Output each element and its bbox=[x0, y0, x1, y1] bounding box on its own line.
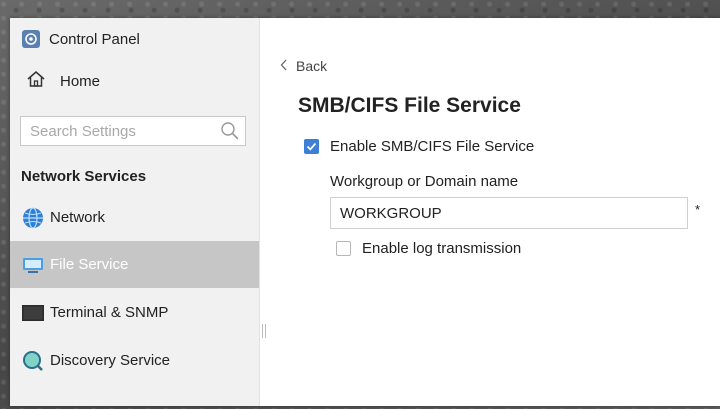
back-link[interactable]: Back bbox=[280, 58, 327, 74]
enable-log-row: Enable log transmission bbox=[336, 240, 521, 257]
sidebar-item-file-service[interactable]: File Service bbox=[10, 241, 259, 288]
app-title-bar: Control Panel bbox=[22, 28, 140, 50]
workgroup-label: Workgroup or Domain name bbox=[330, 173, 519, 190]
sidebar-item-label: Discovery Service bbox=[50, 352, 171, 369]
enable-smb-row: Enable SMB/CIFS File Service bbox=[304, 138, 534, 155]
checkmark-icon bbox=[306, 142, 317, 151]
section-header-network-services: Network Services bbox=[21, 168, 147, 185]
search-input[interactable] bbox=[21, 117, 220, 145]
enable-log-label: Enable log transmission bbox=[362, 240, 522, 257]
control-panel-icon bbox=[22, 30, 40, 48]
file-service-icon bbox=[22, 254, 44, 276]
workgroup-input[interactable] bbox=[331, 198, 680, 228]
enable-smb-label: Enable SMB/CIFS File Service bbox=[330, 138, 535, 155]
sidebar-item-label: File Service bbox=[50, 256, 129, 273]
terminal-icon bbox=[22, 302, 44, 324]
discovery-icon bbox=[22, 350, 44, 372]
workgroup-field-box bbox=[330, 197, 688, 229]
sidebar-item-terminal-snmp[interactable]: Terminal & SNMP bbox=[10, 289, 259, 336]
back-label: Back bbox=[296, 58, 328, 74]
globe-icon bbox=[22, 206, 44, 229]
sidebar-item-label: Terminal & SNMP bbox=[50, 304, 169, 321]
sidebar-item-network[interactable]: Network bbox=[10, 194, 259, 241]
main-content: Back SMB/CIFS File Service Enable SMB/CI… bbox=[260, 18, 720, 406]
home-icon bbox=[26, 69, 46, 93]
chevron-left-icon bbox=[280, 58, 288, 74]
search-icon[interactable] bbox=[220, 121, 240, 146]
sidebar: Control Panel Home Network Services bbox=[10, 18, 260, 406]
control-panel-window: Control Panel Home Network Services bbox=[10, 18, 720, 406]
enable-smb-checkbox[interactable] bbox=[304, 139, 319, 154]
search-box bbox=[20, 116, 246, 146]
required-marker: * bbox=[695, 202, 701, 217]
app-title: Control Panel bbox=[49, 30, 140, 48]
sidebar-item-label: Network bbox=[50, 209, 106, 226]
sidebar-item-home[interactable]: Home bbox=[26, 68, 100, 94]
enable-log-checkbox[interactable] bbox=[336, 241, 351, 256]
page-title: SMB/CIFS File Service bbox=[298, 94, 521, 117]
home-label: Home bbox=[60, 72, 101, 90]
sidebar-item-discovery-service[interactable]: Discovery Service bbox=[10, 337, 259, 384]
